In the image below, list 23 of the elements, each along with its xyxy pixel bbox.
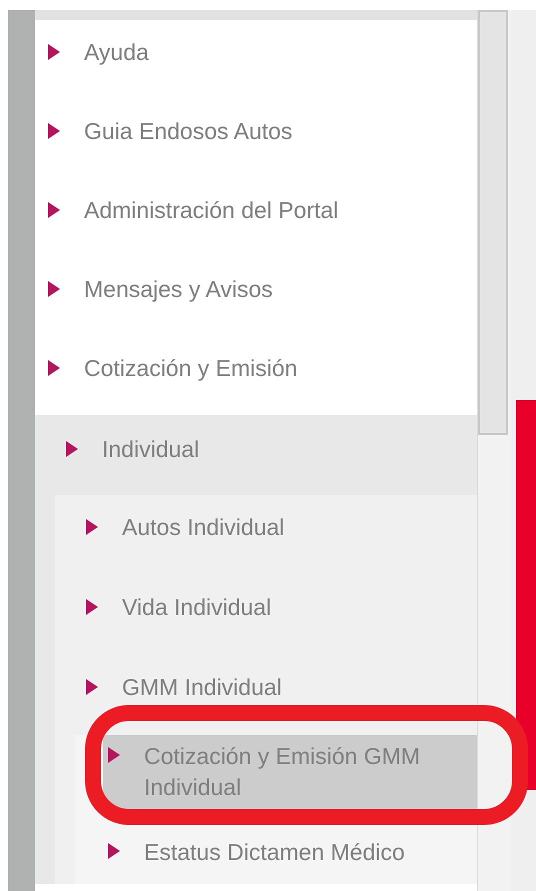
menu-item[interactable]: Individual [66,437,477,461]
menu-item[interactable]: Guia Endosos Autos [48,119,477,143]
triangle-icon [48,44,60,60]
menu-item[interactable]: GMM Individual [86,675,477,699]
menu-item[interactable]: Administración del Portal [48,198,477,222]
menu-item[interactable]: Cotización y Emisión [48,356,477,380]
menu-item[interactable]: Vida Individual [86,595,477,619]
menu-item[interactable]: Mensajes y Avisos [48,277,477,301]
triangle-icon [48,360,60,376]
menu-item[interactable]: Estatus Dictamen Médico [103,831,477,874]
menu-item[interactable]: Cotización y Emisión GMM Individual [103,735,477,809]
menu-item[interactable]: Autos Individual [86,515,477,539]
scrollbar-thumb[interactable] [478,10,508,435]
triangle-icon [66,441,78,457]
triangle-icon [108,843,120,859]
menu-item[interactable]: Ayuda [48,40,477,64]
triangle-icon [48,202,60,218]
triangle-icon [48,123,60,139]
triangle-icon [48,281,60,297]
triangle-icon [86,519,98,535]
triangle-icon [108,747,120,763]
triangle-icon [86,599,98,615]
triangle-icon [86,679,98,695]
